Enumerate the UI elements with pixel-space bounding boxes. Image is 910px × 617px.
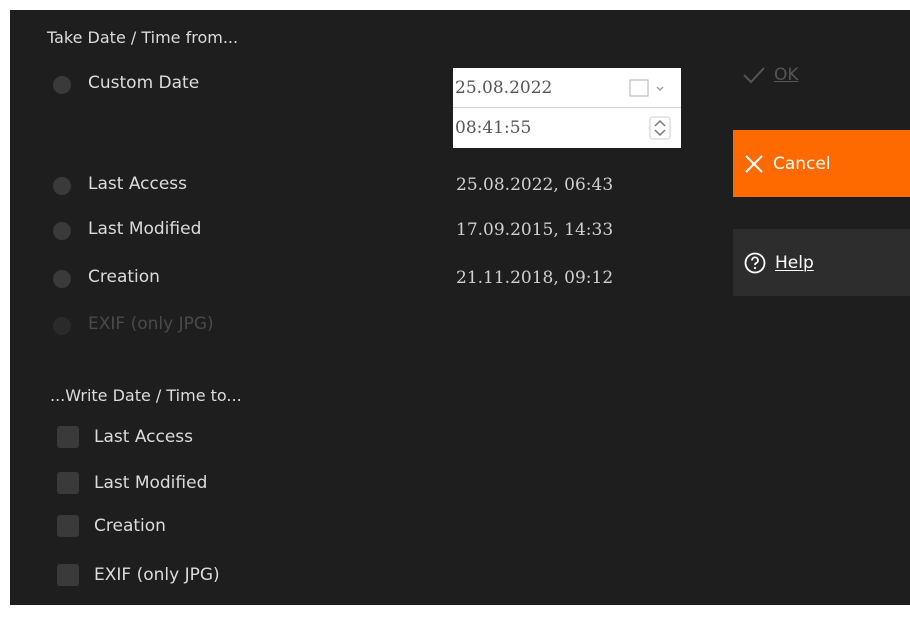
- radio-creation[interactable]: [53, 270, 71, 288]
- radio-custom-date-label: Custom Date: [88, 73, 200, 93]
- custom-date-value: 25.08.2022: [455, 78, 553, 98]
- last-modified-value: 17.09.2015, 14:33: [456, 220, 614, 240]
- ok-button: OK: [732, 44, 900, 106]
- calendar-dropdown-icon[interactable]: [628, 78, 668, 105]
- help-button-label: Help: [775, 252, 814, 273]
- custom-time-value: 08:41:55: [455, 118, 532, 138]
- radio-last-access[interactable]: [53, 177, 71, 195]
- checkbox-creation-label: Creation: [94, 516, 166, 536]
- radio-exif-label: EXIF (only JPG): [88, 314, 214, 334]
- radio-custom-date[interactable]: [53, 76, 71, 94]
- checkbox-last-access-label: Last Access: [94, 427, 194, 447]
- checkmark-icon: [743, 67, 765, 84]
- custom-date-input[interactable]: 25.08.2022: [453, 68, 681, 108]
- help-circle-icon: [744, 252, 766, 273]
- radio-creation-label: Creation: [88, 267, 160, 287]
- cancel-button-label: Cancel: [773, 153, 831, 174]
- spinner-icon[interactable]: [649, 116, 671, 145]
- radio-last-access-label: Last Access: [88, 174, 188, 194]
- source-heading: Take Date / Time from...: [47, 28, 239, 47]
- checkbox-last-modified[interactable]: [57, 472, 79, 494]
- last-access-value: 25.08.2022, 06:43: [456, 175, 614, 195]
- radio-exif-disabled: [53, 317, 71, 335]
- checkbox-exif-label: EXIF (only JPG): [94, 565, 220, 585]
- help-button[interactable]: Help: [733, 229, 910, 296]
- checkbox-creation[interactable]: [57, 515, 79, 537]
- dialog-panel: Take Date / Time from... Custom Date 25.…: [10, 10, 910, 605]
- close-icon: [745, 154, 763, 173]
- checkbox-last-access[interactable]: [57, 426, 79, 448]
- custom-time-input[interactable]: 08:41:55: [453, 108, 681, 148]
- checkbox-exif[interactable]: [57, 564, 79, 586]
- cancel-button[interactable]: Cancel: [733, 130, 910, 197]
- target-heading: ...Write Date / Time to...: [50, 386, 242, 405]
- checkbox-last-modified-label: Last Modified: [94, 473, 208, 493]
- ok-button-label: OK: [774, 65, 799, 85]
- creation-value: 21.11.2018, 09:12: [456, 268, 614, 288]
- radio-last-modified[interactable]: [53, 222, 71, 240]
- radio-last-modified-label: Last Modified: [88, 219, 202, 239]
